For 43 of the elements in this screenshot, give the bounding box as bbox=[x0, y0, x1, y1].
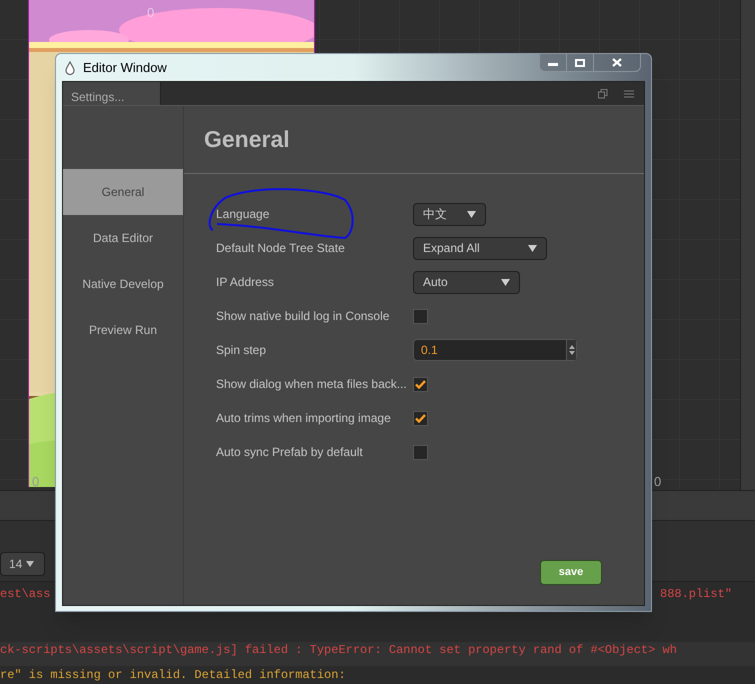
setting-label: Show dialog when meta files back... bbox=[216, 376, 408, 393]
window-title: Editor Window bbox=[83, 58, 167, 77]
setting-label: IP Address bbox=[216, 274, 275, 291]
section-heading: General bbox=[204, 125, 290, 154]
checkbox[interactable] bbox=[413, 308, 428, 324]
axis-label: 0 bbox=[654, 473, 662, 491]
checkbox[interactable] bbox=[413, 444, 428, 460]
checkbox[interactable] bbox=[413, 410, 428, 426]
setting-label: Spin step bbox=[216, 342, 268, 359]
dropdown[interactable]: Auto bbox=[413, 270, 520, 294]
caret-icon bbox=[528, 244, 537, 252]
console-message: est\ass bbox=[0, 587, 50, 602]
axis-label: 0 bbox=[147, 4, 154, 22]
axis-label: 0 bbox=[32, 473, 40, 491]
console-message: re" is missing or invalid. Detailed information: bbox=[0, 668, 346, 683]
dropdown[interactable]: Expand All bbox=[413, 236, 547, 260]
sidebar-item[interactable]: Data Editor bbox=[63, 215, 183, 261]
panel-tab[interactable]: Settings... bbox=[63, 82, 161, 105]
caret-icon bbox=[467, 210, 476, 218]
console-message: 888.plist" bbox=[660, 587, 732, 602]
setting-label: Show native build log in Console bbox=[216, 308, 390, 325]
setting-label: Default Node Tree State bbox=[216, 240, 346, 257]
setting-label: Auto trims when importing image bbox=[216, 410, 392, 427]
menu-icon bbox=[624, 90, 634, 98]
close-icon bbox=[612, 58, 622, 67]
setting-label: Auto sync Prefab by default bbox=[216, 444, 364, 461]
console-message: ck-scripts\assets\script\game.js] failed : TypeError: Cannot set property rand of #<Object> wh bbox=[0, 643, 677, 658]
number-field[interactable]: 0.1 bbox=[413, 339, 577, 361]
sidebar-item[interactable]: Preview Run bbox=[63, 307, 183, 353]
sidebar-item[interactable]: General bbox=[63, 169, 183, 215]
font-size-dropdown[interactable]: 14 bbox=[0, 552, 45, 576]
popout-icon bbox=[598, 88, 608, 98]
caret-icon bbox=[501, 278, 510, 286]
save-button[interactable]: save bbox=[540, 560, 602, 585]
spinner-arrows-icon[interactable] bbox=[566, 340, 576, 360]
dropdown[interactable]: 中文 bbox=[413, 202, 486, 226]
sidebar-item[interactable]: Native Develop bbox=[63, 261, 183, 307]
drop-icon bbox=[64, 60, 76, 74]
check-icon bbox=[415, 414, 426, 422]
setting-label: Language bbox=[216, 206, 270, 223]
caret-icon bbox=[26, 561, 34, 567]
checkbox[interactable] bbox=[413, 376, 428, 392]
check-icon bbox=[415, 380, 426, 388]
